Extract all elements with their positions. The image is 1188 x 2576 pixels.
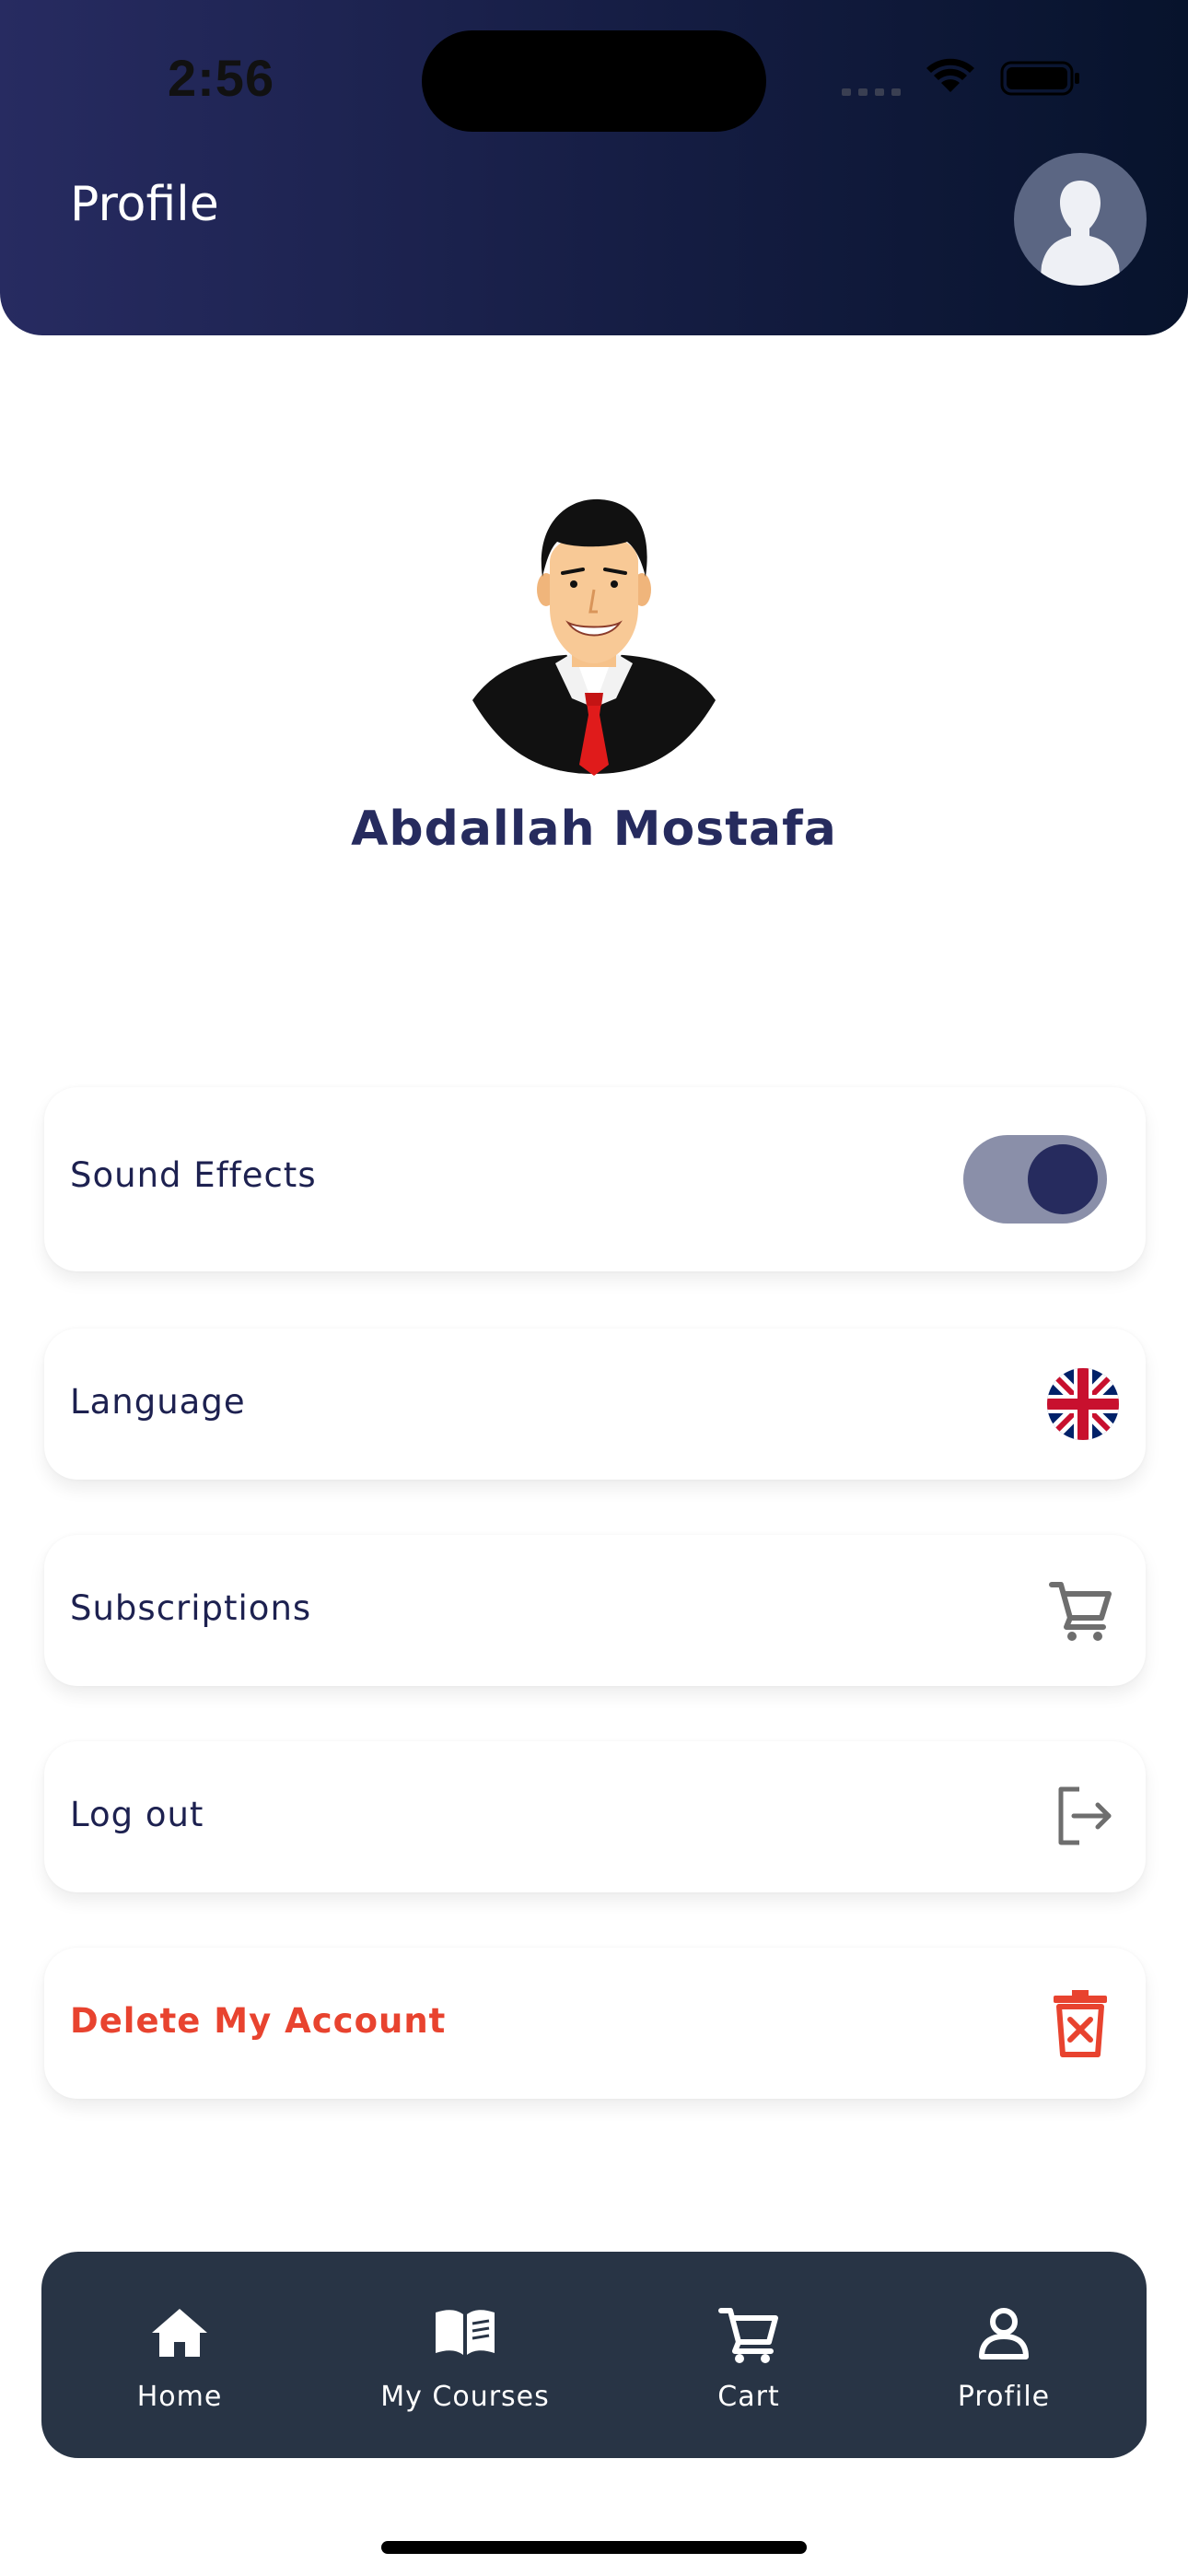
logout-label: Log out — [70, 1795, 204, 1834]
businessman-avatar-icon — [465, 488, 723, 783]
nav-item-home[interactable]: Home — [41, 2252, 318, 2458]
cart-icon — [1049, 1582, 1112, 1641]
dynamic-island — [422, 30, 766, 132]
logout-row[interactable]: Log out — [44, 1741, 1146, 1892]
delete-account-row[interactable]: Delete My Account — [44, 1948, 1146, 2099]
page-title: Profile — [70, 177, 219, 232]
book-icon — [436, 2310, 495, 2355]
user-icon — [979, 2308, 1029, 2359]
language-label: Language — [70, 1382, 246, 1422]
nav-label-home: Home — [136, 2381, 223, 2413]
sound-effects-label: Sound Effects — [70, 1155, 317, 1195]
nav-item-cart[interactable]: Cart — [611, 2252, 887, 2458]
user-silhouette-icon[interactable] — [1014, 153, 1147, 286]
subscriptions-label: Subscriptions — [70, 1588, 312, 1628]
nav-label-my-courses: My Courses — [380, 2381, 550, 2413]
signal-icon — [842, 88, 901, 96]
header: 2:56 Profile — [0, 0, 1188, 335]
nav-label-profile: Profile — [957, 2381, 1051, 2413]
home-icon — [152, 2309, 207, 2357]
logout-icon — [1058, 1786, 1112, 1845]
delete-account-label: Delete My Account — [70, 2001, 447, 2041]
cart-icon — [718, 2308, 778, 2363]
profile-name: Abdallah Mostafa — [351, 802, 837, 857]
nav-item-my-courses[interactable]: My Courses — [327, 2252, 603, 2458]
subscriptions-row[interactable]: Subscriptions — [44, 1535, 1146, 1686]
profile-screen: 2:56 Profile Abdallah Mostafa Sound Effe… — [0, 0, 1188, 2576]
toggle-knob — [1028, 1144, 1098, 1214]
status-icons — [842, 58, 1079, 96]
wifi-icon — [926, 58, 974, 92]
nav-label-cart: Cart — [717, 2381, 780, 2413]
status-time: 2:56 — [168, 49, 275, 107]
trash-icon — [1054, 1990, 1107, 2057]
language-row[interactable]: Language — [44, 1329, 1146, 1480]
nav-item-profile[interactable]: Profile — [866, 2252, 1142, 2458]
sound-effects-row: Sound Effects — [44, 1087, 1146, 1271]
home-indicator — [381, 2541, 807, 2554]
battery-icon — [1000, 61, 1079, 96]
bottom-nav: Home My Courses Cart Profile — [41, 2252, 1147, 2458]
uk-flag-icon — [1047, 1368, 1119, 1440]
sound-effects-toggle[interactable] — [963, 1135, 1107, 1224]
